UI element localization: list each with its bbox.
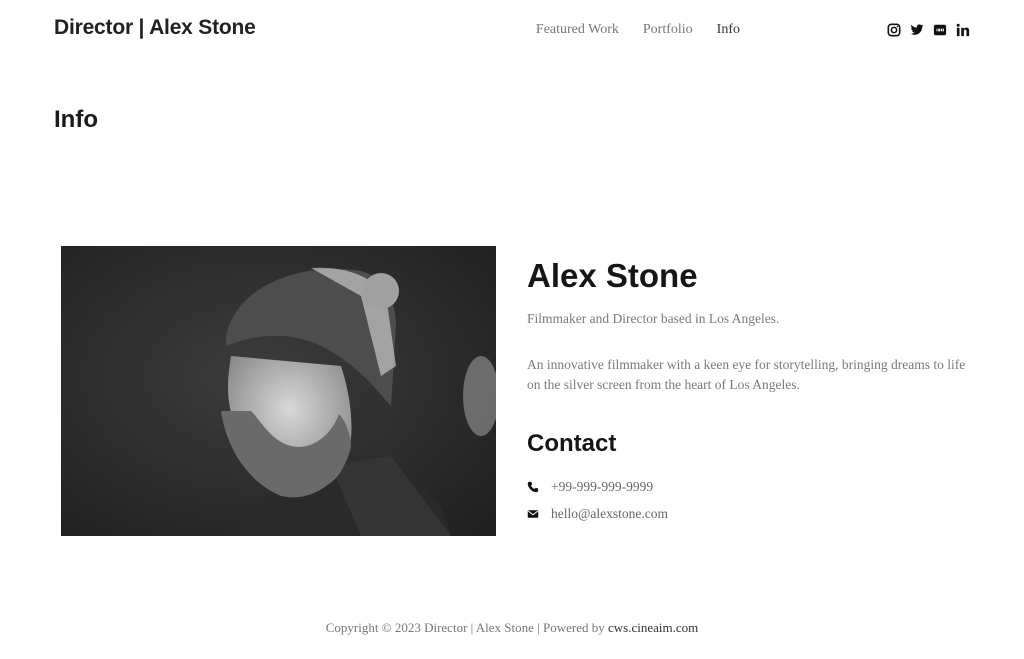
contact-phone-link[interactable]: +99-999-999-9999 xyxy=(551,479,653,495)
instagram-link[interactable] xyxy=(887,23,901,37)
nav-item-portfolio[interactable]: Portfolio xyxy=(643,22,693,38)
twitter-link[interactable] xyxy=(910,23,924,37)
imdb-icon xyxy=(933,24,947,36)
imdb-link[interactable] xyxy=(933,23,947,37)
phone-icon xyxy=(527,481,539,493)
contact-email-link[interactable]: hello@alexstone.com xyxy=(551,506,668,522)
linkedin-icon xyxy=(956,23,970,37)
instagram-icon xyxy=(887,23,901,37)
social-links xyxy=(887,23,970,37)
page-title: Info xyxy=(54,106,98,133)
nav-item-info[interactable]: Info xyxy=(717,22,740,38)
site-header: Director | Alex Stone Featured Work Port… xyxy=(0,0,1024,62)
portrait-illustration xyxy=(61,246,496,536)
linkedin-link[interactable] xyxy=(956,23,970,37)
contact-email-item: hello@alexstone.com xyxy=(527,500,967,527)
profile-tagline: Filmmaker and Director based in Los Ange… xyxy=(527,311,780,326)
contact-list: +99-999-999-9999 hello@alexstone.com xyxy=(527,473,967,527)
footer-powered-by-link[interactable]: cws.cineaim.com xyxy=(608,620,698,635)
footer-copyright: Copyright © 2023 Director | Alex Stone |… xyxy=(325,620,609,635)
contact-heading: Contact xyxy=(527,430,617,457)
profile-portrait-image xyxy=(61,246,496,536)
site-footer: Copyright © 2023 Director | Alex Stone |… xyxy=(0,620,1024,636)
twitter-icon xyxy=(910,24,924,35)
profile-name: Alex Stone xyxy=(527,257,698,294)
contact-phone-item: +99-999-999-9999 xyxy=(527,473,967,500)
profile-bio: Alex Stone Filmmaker and Director based … xyxy=(527,256,967,527)
main-nav: Featured Work Portfolio Info xyxy=(512,22,740,38)
site-brand-link[interactable]: Director | Alex Stone xyxy=(54,16,256,40)
envelope-icon xyxy=(527,508,539,520)
nav-item-featured-work[interactable]: Featured Work xyxy=(536,22,619,38)
profile-description: An innovative filmmaker with a keen eye … xyxy=(527,357,966,392)
